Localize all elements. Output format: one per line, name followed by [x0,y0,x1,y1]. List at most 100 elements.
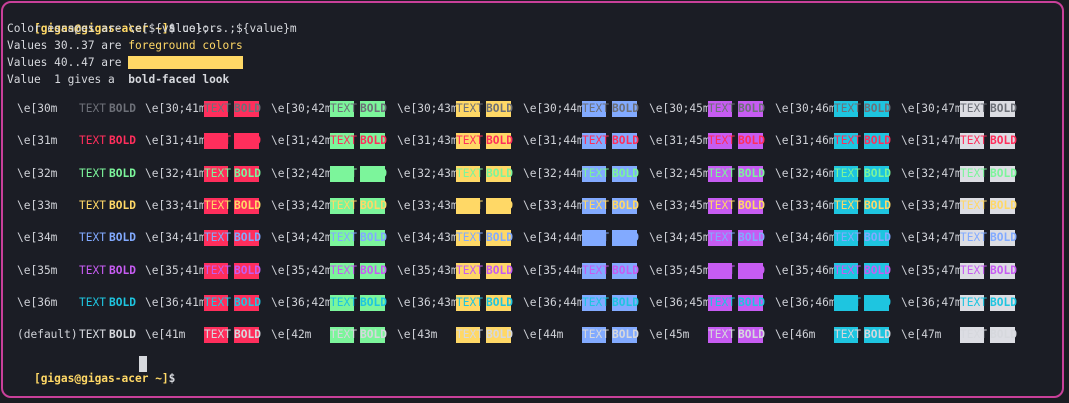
bg-bold-swatch: BOLD [738,166,765,182]
bg-text-swatch: TEXT [456,198,483,214]
bg-code-label: \e[46m [775,328,816,341]
bg-bold-swatch: BOLD [738,263,765,279]
bg-bold-swatch: BOLD [360,198,387,214]
bg-text-swatch: TEXT [204,263,231,279]
bg-bold-swatch: BOLD [612,166,639,182]
bg-code-label: \e[34;46m [775,231,836,244]
fg-text-sample: TEXT [79,167,106,180]
bg-bold-swatch: BOLD [486,263,513,279]
final-command-line[interactable]: [gigas@gigas-acer ~]$ [7,355,175,385]
bg-code-label: \e[32;42m [271,167,332,180]
bg-bold-swatch: BOLD [864,133,891,149]
bg-text-swatch: TEXT [582,295,609,311]
bg-bold-swatch: BOLD [864,101,891,117]
bg-code-label: \e[43m [397,328,438,341]
bg-bold-swatch: BOLD [990,263,1017,279]
bg-code-label: \e[34;41m [145,231,206,244]
bg-bold-swatch: BOLD [612,327,639,343]
bg-text-swatch: TEXT [456,133,483,149]
bg-text-swatch: TEXT [834,230,861,246]
bg-text-swatch: TEXT [708,230,735,246]
bg-code-label: \e[32;47m [901,167,962,180]
final-prompt-dollar: $ [168,372,176,385]
fg-code-label: \e[34m [17,231,58,244]
bg-code-label: \e[30;47m [901,102,962,115]
bg-text-swatch: TEXT [960,295,987,311]
bg-bold-swatch: BOLD [990,295,1017,311]
intro-highlight: background colors [128,56,243,69]
bg-text-swatch: TEXT [204,101,231,117]
bg-code-label: \e[32;45m [649,167,710,180]
intro-highlight: foreground colors [128,39,243,52]
fg-bold-sample: BOLD [109,296,136,309]
bg-code-label: \e[47m [901,328,942,341]
bg-bold-swatch: BOLD [360,166,387,182]
intro-text: Value 1 gives a [7,73,129,86]
bg-code-label: \e[30;41m [145,102,206,115]
bg-code-label: \e[30;44m [523,102,584,115]
bg-bold-swatch: BOLD [486,133,513,149]
bg-code-label: \e[33;41m [145,199,206,212]
bg-code-label: \e[30;42m [271,102,332,115]
bg-bold-swatch: BOLD [234,198,261,214]
bg-text-swatch: TEXT [204,133,231,149]
bg-code-label: \e[35;42m [271,264,332,277]
bg-text-swatch: TEXT [960,101,987,117]
bg-code-label: \e[34;42m [271,231,332,244]
bg-text-swatch: TEXT [330,133,357,149]
bg-code-label: \e[31;44m [523,134,584,147]
bg-text-swatch: TEXT [582,263,609,279]
bg-bold-swatch: BOLD [612,295,639,311]
fg-code-label: (default) [17,328,78,341]
intro-line: Value 1 gives a bold-faced look [7,72,229,88]
bg-bold-swatch: BOLD [612,198,639,214]
bg-text-swatch: TEXT [708,101,735,117]
bg-text-swatch: TEXT [834,263,861,279]
bg-text-swatch: TEXT [834,133,861,149]
bg-code-label: \e[34;43m [397,231,458,244]
bg-code-label: \e[33;42m [271,199,332,212]
fg-bold-sample: BOLD [109,231,136,244]
bg-bold-swatch: BOLD [360,230,387,246]
bg-code-label: \e[42m [271,328,312,341]
bg-bold-swatch: BOLD [990,327,1017,343]
bg-text-swatch: TEXT [582,101,609,117]
bg-text-swatch: TEXT [834,327,861,343]
bg-bold-swatch: BOLD [990,133,1017,149]
bg-text-swatch: TEXT [330,198,357,214]
bg-bold-swatch: BOLD [738,230,765,246]
bg-code-label: \e[36;42m [271,296,332,309]
bg-code-label: \e[41m [145,328,186,341]
bg-text-swatch: TEXT [456,327,483,343]
intro-text: Values 40..47 are [7,56,129,69]
bg-code-label: \e[31;41m [145,134,206,147]
bg-bold-swatch: BOLD [234,133,261,149]
fg-code-label: \e[31m [17,134,58,147]
bg-bold-swatch: BOLD [486,101,513,117]
terminal-window[interactable]: [gigas@gigas-acer ~]$ colors Color escap… [1,1,1064,398]
bg-code-label: \e[35;47m [901,264,962,277]
bg-text-swatch: TEXT [330,263,357,279]
command-line: [gigas@gigas-acer ~]$ colors [7,5,223,35]
bg-text-swatch: TEXT [456,295,483,311]
intro-text: Color escapes are \e[${value};...;${valu… [7,22,297,35]
bg-code-label: \e[32;43m [397,167,458,180]
intro-line: Values 30..37 are foreground colors [7,38,243,54]
bg-text-swatch: TEXT [834,198,861,214]
bg-text-swatch: TEXT [960,198,987,214]
final-shell-prompt: [gigas@gigas-acer ~] [33,372,169,385]
bg-text-swatch: TEXT [708,198,735,214]
bg-code-label: \e[32;41m [145,167,206,180]
bg-code-label: \e[36;44m [523,296,584,309]
fg-bold-sample: BOLD [109,199,136,212]
bg-bold-swatch: BOLD [234,230,261,246]
bg-code-label: \e[30;45m [649,102,710,115]
fg-bold-sample: BOLD [109,134,136,147]
bg-bold-swatch: BOLD [738,198,765,214]
bg-bold-swatch: BOLD [864,263,891,279]
bg-text-swatch: TEXT [582,230,609,246]
bg-code-label: \e[32;44m [523,167,584,180]
fg-text-sample: TEXT [79,328,106,341]
bg-code-label: \e[33;47m [901,199,962,212]
bg-text-swatch: TEXT [708,263,735,279]
